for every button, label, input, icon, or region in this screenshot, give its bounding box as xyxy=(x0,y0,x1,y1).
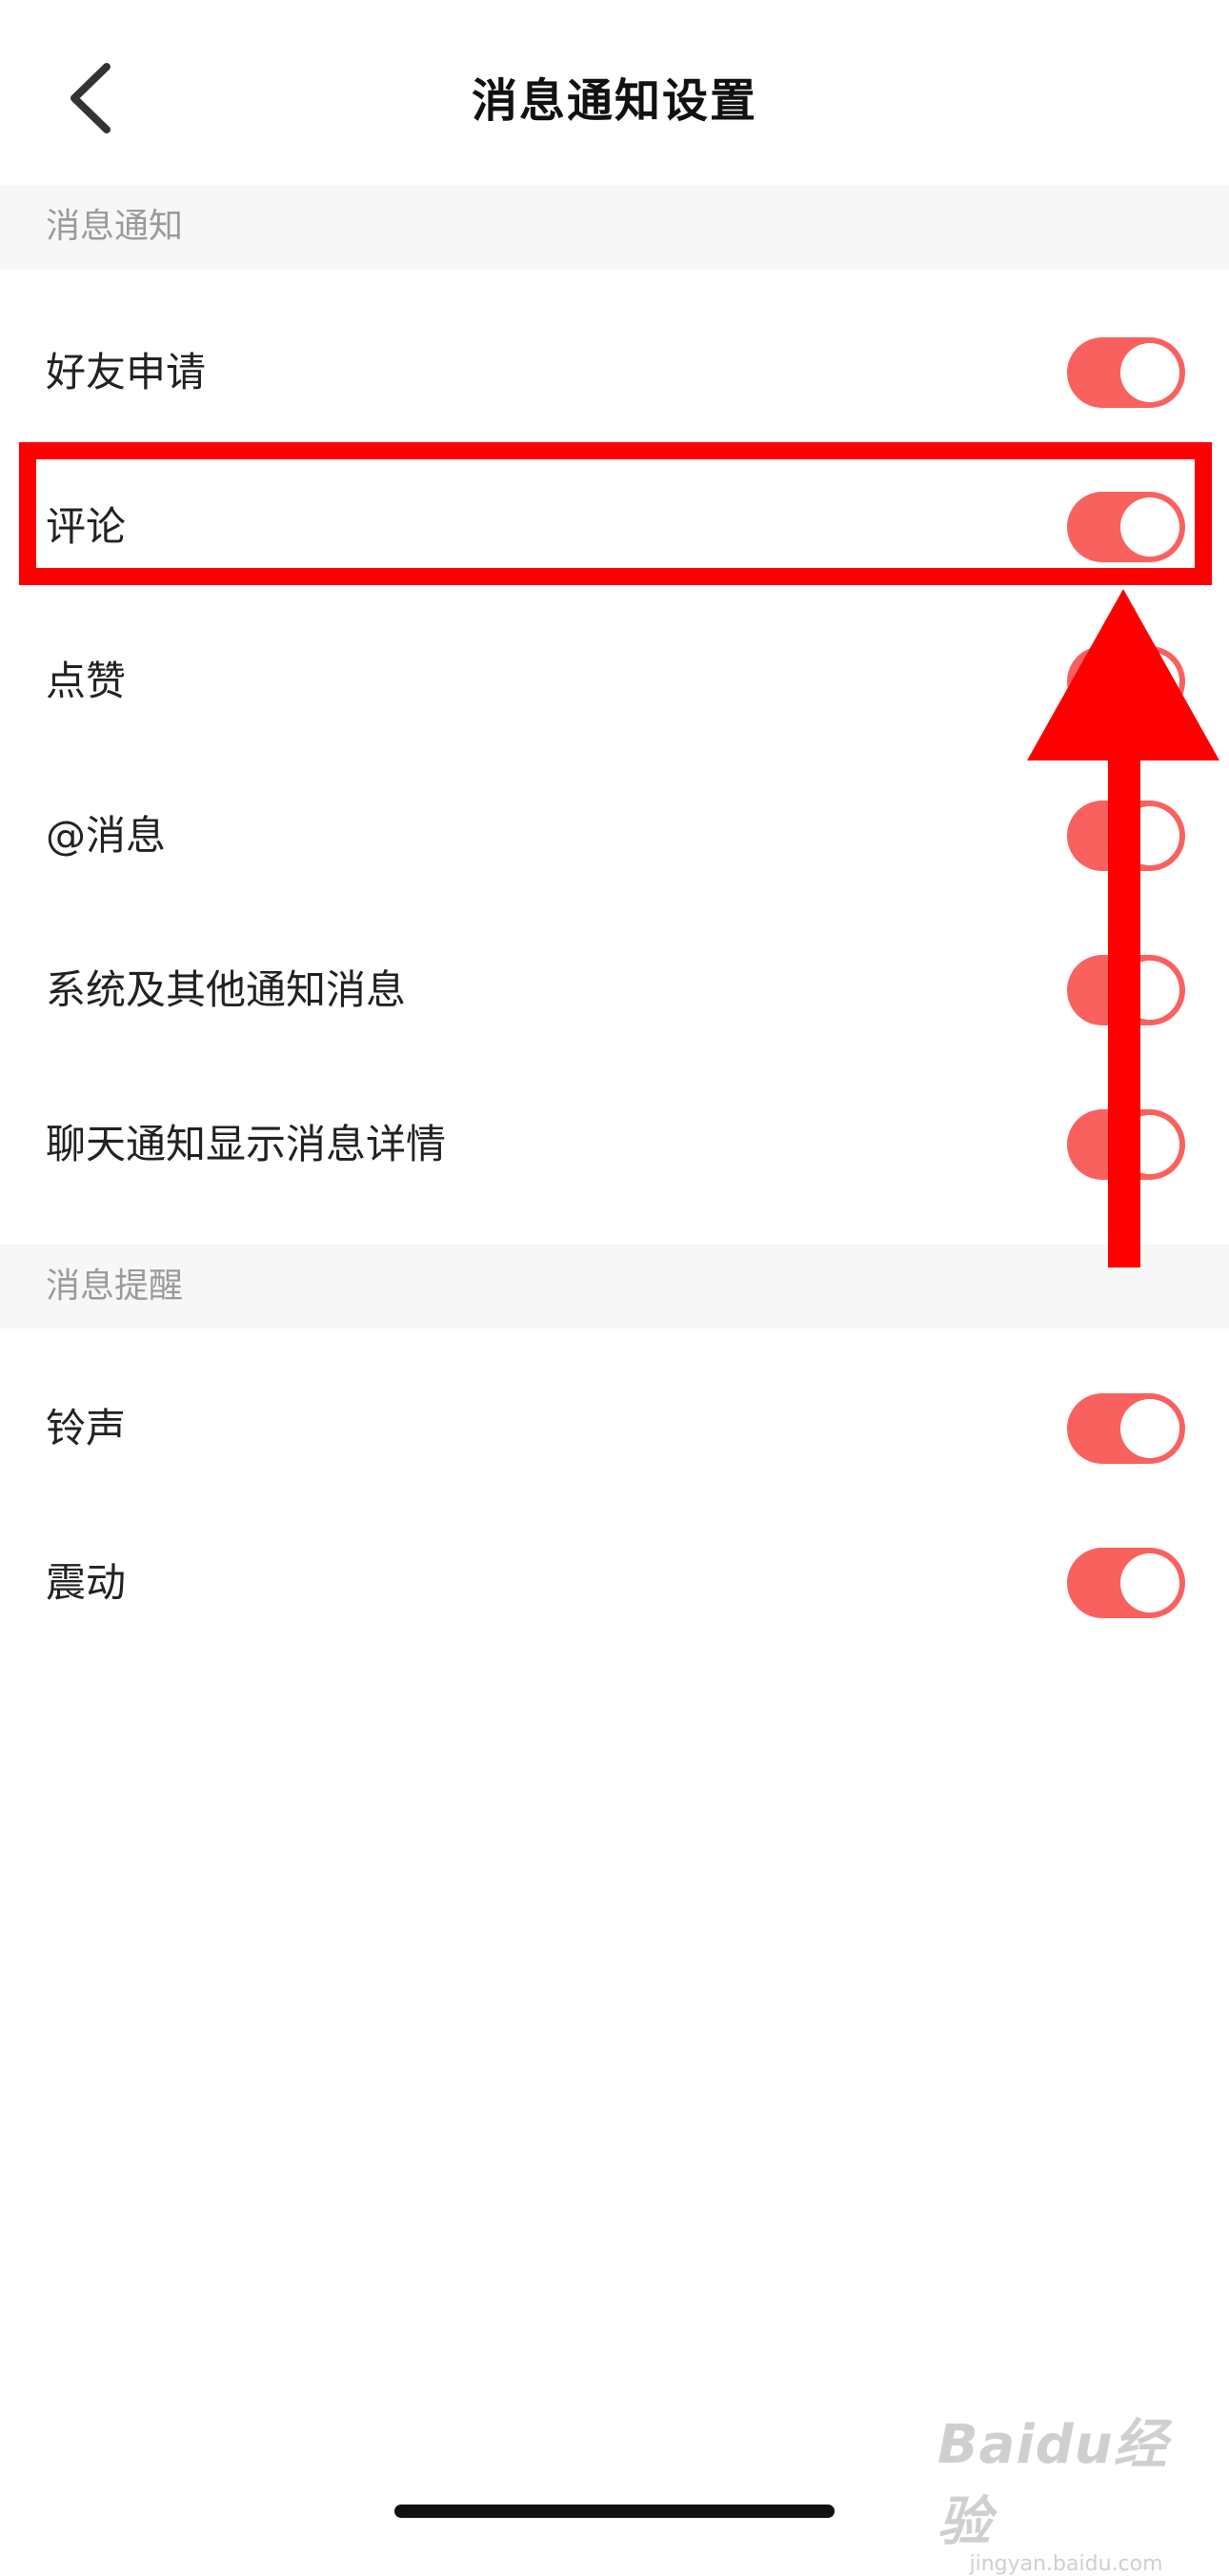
setting-label: 点赞 xyxy=(46,658,127,704)
vibration-toggle[interactable] xyxy=(1067,1548,1185,1618)
setting-label: @消息 xyxy=(46,812,167,859)
setting-label: 铃声 xyxy=(46,1405,127,1451)
watermark-subtext: jingyan.baidu.com xyxy=(969,2552,1163,2576)
toggle-knob xyxy=(1120,343,1179,402)
home-indicator xyxy=(394,2505,835,2518)
setting-row-ringtone: 铃声 xyxy=(0,1351,1229,1506)
watermark-text: Baidu经验 xyxy=(937,2414,1168,2553)
annotation-arrow-up-icon xyxy=(1027,589,1219,1268)
section-header-notifications: 消息通知 xyxy=(0,185,1229,269)
nav-bar: 消息通知设置 xyxy=(0,0,1229,185)
setting-label: 震动 xyxy=(46,1559,127,1606)
annotation-highlight-box xyxy=(19,442,1212,585)
page-title: 消息通知设置 xyxy=(471,74,757,128)
setting-label: 系统及其他通知消息 xyxy=(46,966,407,1013)
setting-label: 聊天通知显示消息详情 xyxy=(46,1121,447,1167)
friend-request-toggle[interactable] xyxy=(1067,337,1185,408)
toggle-knob xyxy=(1120,1399,1179,1458)
setting-label: 好友申请 xyxy=(46,349,207,396)
setting-row-friend-request: 好友申请 xyxy=(0,295,1229,450)
baidu-watermark-logo: Baidu经验 jingyan.baidu.com xyxy=(937,2402,1195,2576)
toggle-knob xyxy=(1120,1553,1179,1613)
ringtone-toggle[interactable] xyxy=(1067,1393,1185,1464)
setting-row-vibration: 震动 xyxy=(0,1506,1229,1660)
